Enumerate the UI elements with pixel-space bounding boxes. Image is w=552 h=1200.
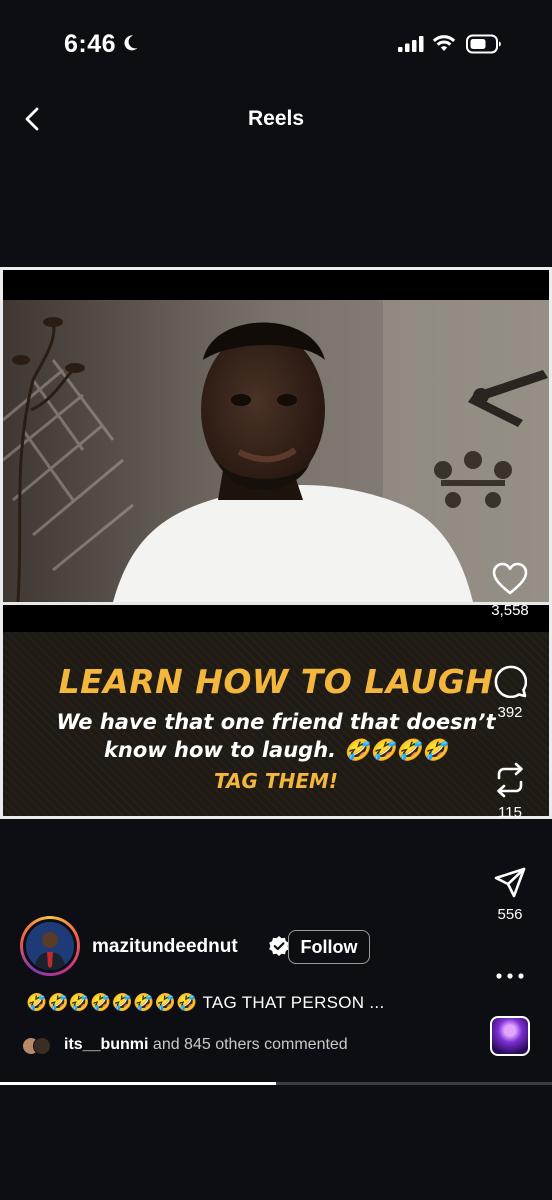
signal-icon (398, 36, 424, 52)
author-row: mazitundeednut Follow (20, 916, 440, 976)
nav-header: Reels (0, 90, 552, 150)
share-button[interactable]: 556 (470, 866, 550, 923)
moon-icon (124, 35, 138, 51)
comments-summary-text: its__bunmi and 845 others commented (64, 1036, 348, 1054)
like-button[interactable]: 3,558 (470, 562, 550, 619)
comment-button[interactable]: 392 (470, 664, 550, 721)
post-caption[interactable]: 🤣🤣🤣🤣🤣🤣🤣🤣 TAG THAT PERSON ... (26, 993, 384, 1013)
share-count: 556 (497, 906, 523, 923)
video-caption-line: know how to laugh. 🤣🤣🤣🤣 (103, 738, 449, 762)
follow-button[interactable]: Follow (288, 930, 370, 964)
video-progress-bar[interactable] (0, 1082, 552, 1085)
wifi-icon (432, 35, 456, 51)
remix-count: 115 (498, 804, 522, 821)
like-count: 3,558 (491, 602, 529, 619)
status-bar: 6:46 (0, 0, 552, 90)
author-username[interactable]: mazitundeednut (92, 936, 238, 958)
video-caption-tag: TAG THEM! (213, 769, 338, 793)
video-caption-title: LEARN HOW TO LAUGH (58, 662, 494, 701)
video-letterbox-top (3, 270, 549, 300)
battery-icon (466, 34, 501, 54)
comment-icon (494, 665, 527, 698)
page-title: Reels (247, 107, 305, 130)
audio-track-thumbnail[interactable] (490, 1016, 530, 1056)
video-progress-fill (0, 1082, 276, 1085)
commenter-avatar (33, 1037, 51, 1055)
heart-icon (492, 562, 528, 595)
remix-button[interactable]: 115 (470, 762, 550, 821)
comment-count: 392 (497, 704, 523, 721)
verified-badge-icon (269, 936, 289, 956)
comments-summary-rest: and 845 others commented (148, 1036, 348, 1053)
status-time: 6:46 (64, 30, 117, 58)
video-frame-image (3, 300, 549, 602)
avatar[interactable] (20, 916, 80, 976)
send-icon (494, 867, 526, 898)
more-options-icon[interactable] (490, 966, 530, 986)
video-caption-panel: LEARN HOW TO LAUGH We have that one frie… (3, 632, 549, 816)
remix-icon (497, 762, 523, 798)
commenter-username[interactable]: its__bunmi (64, 1036, 148, 1053)
reel-video[interactable]: LEARN HOW TO LAUGH We have that one frie… (0, 267, 552, 819)
avatar-image (23, 919, 77, 973)
video-caption-line: We have that one friend that doesn’t (56, 710, 496, 734)
video-scene (3, 300, 549, 602)
video-divider (3, 602, 549, 632)
